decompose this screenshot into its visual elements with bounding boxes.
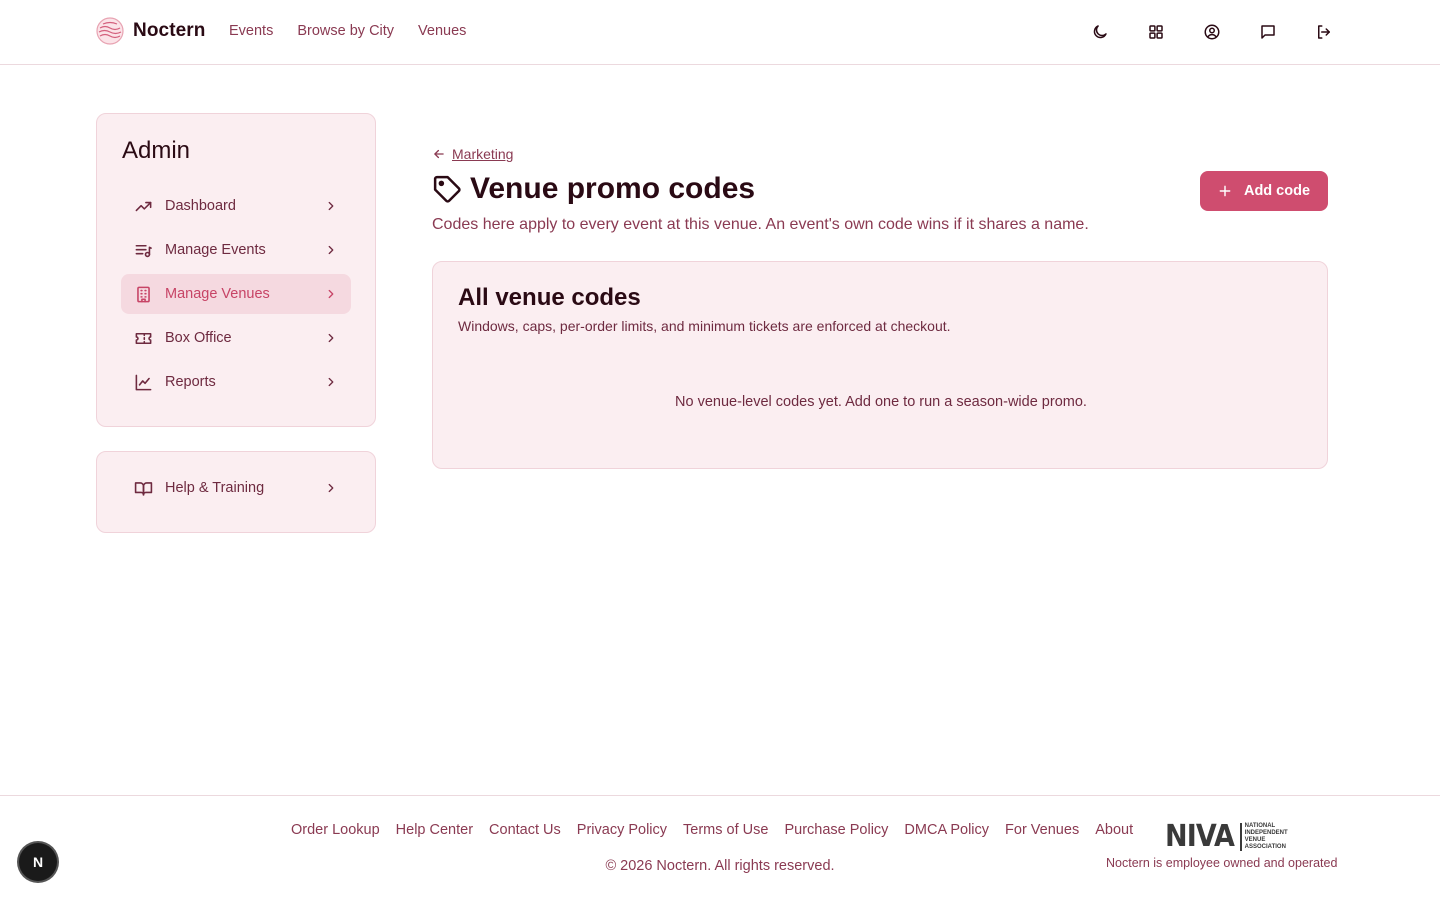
top-navigation-bar: Noctern Events Browse by City Venues	[0, 0, 1440, 65]
sidebar-item-reports[interactable]: Reports	[121, 362, 351, 402]
sidebar-title: Admin	[122, 137, 191, 164]
footer-links: Order Lookup Help Center Contact Us Priv…	[291, 822, 1133, 838]
admin-nav-list: Dashboard Manage Events Manage Venues Bo…	[121, 186, 351, 406]
site-footer: Order Lookup Help Center Contact Us Priv…	[0, 795, 1440, 900]
page-title: Venue promo codes	[432, 172, 755, 206]
chevron-right-icon	[323, 286, 339, 302]
chevron-right-icon	[323, 198, 339, 214]
plus-icon	[1219, 185, 1231, 197]
sidebar-item-label: Manage Events	[165, 242, 266, 258]
dev-tools-label: N	[32, 854, 44, 870]
ticket-icon	[133, 328, 153, 348]
sidebar-item-box-office[interactable]: Box Office	[121, 318, 351, 358]
footer-link-contact-us[interactable]: Contact Us	[489, 822, 561, 838]
primary-nav: Events Browse by City Venues	[229, 23, 466, 39]
card-description: Windows, caps, per-order limits, and min…	[458, 318, 951, 334]
sidebar-item-manage-venues[interactable]: Manage Venues	[121, 274, 351, 314]
chevron-right-icon	[323, 330, 339, 346]
dev-tools-button[interactable]: N	[19, 843, 57, 881]
trending-up-icon	[133, 196, 153, 216]
sidebar-item-help-training[interactable]: Help & Training	[121, 468, 351, 508]
nav-link-venues[interactable]: Venues	[418, 23, 466, 39]
sidebar-item-label: Dashboard	[165, 198, 236, 214]
sidebar-item-label: Box Office	[165, 330, 232, 346]
empty-state-message: No venue-level codes yet. Add one to run…	[675, 394, 1087, 410]
page-heading: Venue promo codes	[470, 172, 756, 205]
sidebar-item-label: Reports	[165, 374, 216, 390]
footer-link-privacy-policy[interactable]: Privacy Policy	[577, 822, 667, 838]
footer-link-order-lookup[interactable]: Order Lookup	[291, 822, 380, 838]
message-icon[interactable]	[1256, 20, 1280, 44]
card-title: All venue codes	[458, 284, 641, 311]
footer-link-terms-of-use[interactable]: Terms of Use	[683, 822, 768, 838]
list-music-icon	[133, 240, 153, 260]
admin-sidebar: Admin Dashboard Manage Events Manage Ven…	[96, 113, 376, 427]
sidebar-item-dashboard[interactable]: Dashboard	[121, 186, 351, 226]
grid-icon[interactable]	[1144, 20, 1168, 44]
line-chart-icon	[133, 372, 153, 392]
add-code-button[interactable]: Add code	[1200, 171, 1328, 211]
chevron-right-icon	[323, 374, 339, 390]
brand[interactable]: Noctern	[96, 17, 206, 45]
copyright: © 2026 Noctern. All rights reserved.	[605, 858, 835, 874]
sidebar-item-label: Help & Training	[165, 480, 265, 496]
page-subtitle: Codes here apply to every event at this …	[432, 216, 1089, 233]
chevron-right-icon	[323, 242, 339, 258]
sidebar-item-label: Manage Venues	[165, 286, 270, 302]
nav-link-events[interactable]: Events	[229, 23, 273, 39]
niva-logo-word: NIVA	[1165, 819, 1235, 854]
footer-link-about[interactable]: About	[1095, 822, 1133, 838]
niva-logo[interactable]: NIVA National Independent Venue Associat…	[1165, 819, 1288, 854]
niva-logo-subtitle: National Independent Venue Association	[1239, 823, 1288, 851]
back-to-marketing-link[interactable]: Marketing	[432, 146, 513, 162]
help-panel: Help & Training	[96, 451, 376, 533]
header-actions	[1088, 20, 1336, 44]
noctern-logo-icon	[96, 17, 124, 45]
book-icon	[133, 478, 153, 498]
add-code-label: Add code	[1243, 183, 1311, 199]
footer-link-for-venues[interactable]: For Venues	[1005, 822, 1079, 838]
back-link-label: Marketing	[452, 146, 514, 162]
sidebar-item-manage-events[interactable]: Manage Events	[121, 230, 351, 270]
footer-link-dmca-policy[interactable]: DMCA Policy	[904, 822, 989, 838]
footer-link-help-center[interactable]: Help Center	[396, 822, 473, 838]
nav-link-browse-by-city[interactable]: Browse by City	[297, 23, 394, 39]
tag-icon	[433, 175, 461, 203]
logout-icon[interactable]	[1312, 20, 1336, 44]
moon-icon[interactable]	[1088, 20, 1112, 44]
building-icon	[133, 284, 153, 304]
brand-name: Noctern	[133, 20, 206, 41]
footer-link-purchase-policy[interactable]: Purchase Policy	[784, 822, 888, 838]
chevron-right-icon	[323, 480, 339, 496]
arrow-left-icon	[434, 149, 444, 159]
account-icon[interactable]	[1200, 20, 1224, 44]
venue-codes-card: All venue codes Windows, caps, per-order…	[432, 261, 1328, 469]
